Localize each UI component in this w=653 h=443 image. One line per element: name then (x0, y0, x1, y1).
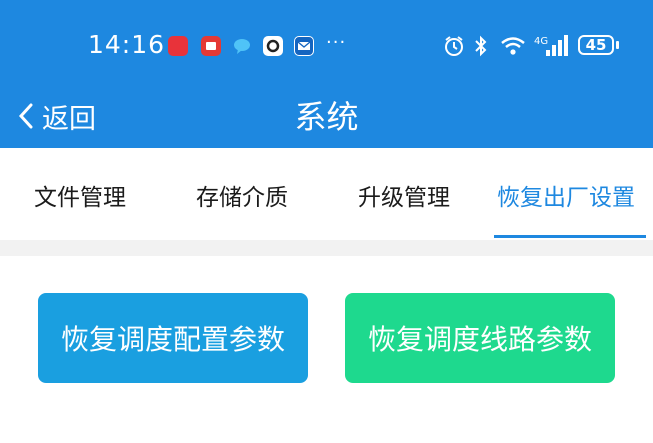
network-type-label: 4G (534, 36, 548, 47)
page-title: 系统 (294, 98, 359, 136)
tab-upgrade-management[interactable]: 升级管理 (358, 178, 450, 212)
more-notifications-icon: ··· (326, 32, 347, 53)
tab-storage-media[interactable]: 存储介质 (196, 178, 288, 212)
active-tab-indicator (494, 235, 646, 238)
cellular-signal-icon: 4G (534, 34, 570, 62)
restore-config-params-button[interactable]: 恢复调度配置参数 (38, 293, 308, 383)
status-bar: 14:16 ··· 4G 45 (0, 0, 653, 90)
huawei-app-notification-icon (168, 36, 188, 56)
battery-tip-icon (616, 41, 619, 49)
wifi-icon (499, 34, 527, 62)
mail-notification-icon (294, 36, 314, 56)
restore-route-params-button[interactable]: 恢复调度线路参数 (345, 293, 615, 383)
chat-bubble-notification-icon (232, 36, 252, 56)
camera-app-notification-icon (263, 36, 283, 56)
bluetooth-icon (472, 34, 490, 62)
red-app-notification-icon (201, 36, 221, 56)
status-time: 14:16 (88, 30, 166, 59)
alarm-icon (442, 34, 466, 62)
tab-file-management[interactable]: 文件管理 (34, 178, 126, 212)
section-divider (0, 240, 653, 256)
battery-indicator: 45 (578, 35, 614, 55)
app-header: 14:16 ··· 4G 45 返回 系统 (0, 0, 653, 148)
tab-factory-reset[interactable]: 恢复出厂设置 (497, 178, 635, 212)
